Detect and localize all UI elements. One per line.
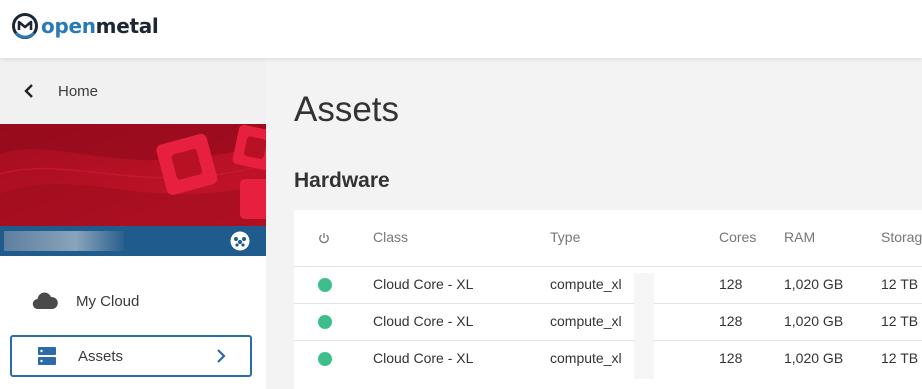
row-divider [294,340,922,341]
home-label[interactable]: Home [58,83,98,100]
redaction-mask [634,310,654,347]
sidebar-item-assets[interactable]: Assets [10,335,252,377]
status-online-dot [318,315,332,329]
status-online-dot [318,352,332,366]
cell-storage: 12 TB [881,313,919,329]
cell-storage: 12 TB [881,350,919,366]
column-header-storage[interactable]: Storag [881,229,922,245]
cloud-banner [0,124,266,226]
column-header-type[interactable]: Type [550,229,580,245]
cloud-icon [30,290,60,312]
cell-type: compute_xl [550,276,622,292]
redaction-mask [634,347,654,379]
cell-class: Cloud Core - XL [373,313,474,329]
cell-ram: 1,020 GB [784,350,844,366]
cell-type: compute_xl [550,313,622,329]
cell-cores: 128 [719,350,743,366]
cell-class: Cloud Core - XL [373,276,474,292]
section-title: Hardware [294,169,390,192]
cell-storage: 12 TB [881,276,919,292]
status-online-dot [318,278,332,292]
cell-ram: 1,020 GB [784,276,844,292]
column-header-class[interactable]: Class [373,229,408,245]
user-avatar-icon[interactable] [230,231,250,251]
chevron-left-icon[interactable] [20,82,38,100]
page-title: Assets [294,90,400,129]
redacted-name [4,231,124,251]
logo-metal-text: metal [95,14,159,38]
cell-ram: 1,020 GB [784,313,844,329]
redaction-mask [634,273,654,310]
column-header-cores[interactable]: Cores [719,229,756,245]
hardware-table: Class Type Cores RAM Storag Cloud Core -… [294,210,922,389]
sidebar-item-label: Assets [78,347,124,365]
logo-wordmark: openmetal [41,12,159,40]
sidebar-item-label: My Cloud [76,292,140,310]
openmetal-logo-icon [12,13,38,39]
sidebar: Home My Cloud Assets [0,58,266,389]
row-divider [294,266,922,267]
power-icon [319,233,329,244]
banner-art [0,124,266,226]
column-header-ram[interactable]: RAM [784,229,815,245]
chevron-right-icon [217,349,226,363]
sidebar-item-my-cloud[interactable]: My Cloud [10,280,252,322]
user-bar [0,226,266,256]
server-icon [32,345,62,367]
cell-cores: 128 [719,313,743,329]
cell-class: Cloud Core - XL [373,350,474,366]
cell-type: compute_xl [550,350,622,366]
top-bar: openmetal [0,0,922,58]
main-content: Assets Hardware Class Type Cores RAM Sto… [266,58,922,389]
logo-open-text: open [41,14,96,38]
row-divider [294,303,922,304]
cell-cores: 128 [719,276,743,292]
openmetal-logo[interactable]: openmetal [11,12,159,40]
back-home-link[interactable]: Home [0,58,266,124]
